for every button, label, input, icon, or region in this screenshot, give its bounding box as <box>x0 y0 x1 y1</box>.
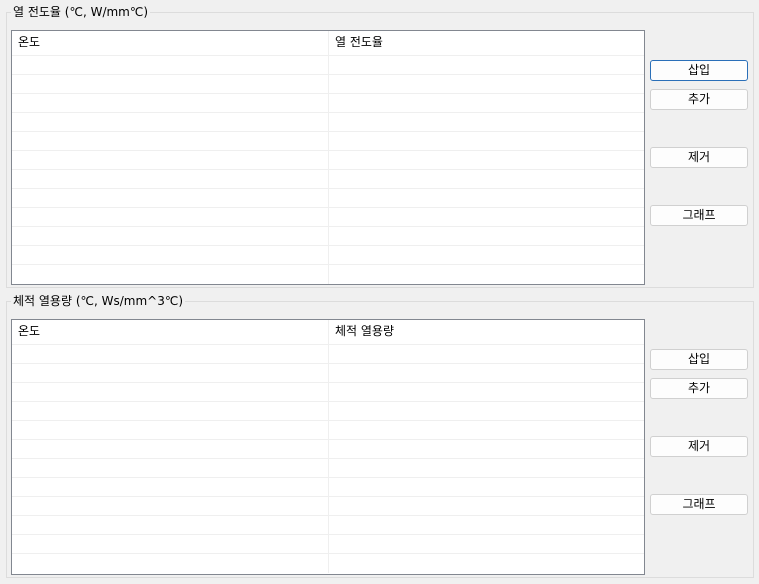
table-cell-value[interactable] <box>328 170 644 189</box>
table-row[interactable] <box>12 420 644 440</box>
table-row[interactable] <box>12 188 644 208</box>
table-cell-temperature[interactable] <box>12 421 328 440</box>
table-cell-temperature[interactable] <box>12 75 328 94</box>
insert-button[interactable]: 삽입 <box>650 60 748 81</box>
table-cell-value[interactable] <box>328 478 644 497</box>
table-row[interactable] <box>12 534 644 554</box>
table-cell-temperature[interactable] <box>12 440 328 459</box>
table-cell-value[interactable] <box>328 459 644 478</box>
table-body <box>12 55 644 284</box>
table-cell-temperature[interactable] <box>12 94 328 113</box>
table-row[interactable] <box>12 553 644 573</box>
add-button[interactable]: 추가 <box>650 378 748 399</box>
table-row[interactable] <box>12 245 644 265</box>
table-cell-temperature[interactable] <box>12 170 328 189</box>
table-header: 온도 열 전도율 <box>12 31 644 55</box>
table-row[interactable] <box>12 458 644 478</box>
table-header: 온도 체적 열용량 <box>12 320 644 344</box>
table-cell-temperature[interactable] <box>12 345 328 364</box>
table-row[interactable] <box>12 515 644 535</box>
table-row[interactable] <box>12 363 644 383</box>
table-cell-value[interactable] <box>328 535 644 554</box>
table-cell-temperature[interactable] <box>12 364 328 383</box>
table-cell-temperature[interactable] <box>12 189 328 208</box>
table-cell-temperature[interactable] <box>12 113 328 132</box>
table-cell-value[interactable] <box>328 94 644 113</box>
table-cell-value[interactable] <box>328 113 644 132</box>
table-cell-temperature[interactable] <box>12 246 328 265</box>
table-cell-temperature[interactable] <box>12 151 328 170</box>
volumetric-heat-capacity-legend: 체적 열용량 (℃, Ws/mm^3℃) <box>11 293 186 309</box>
table-cell-value[interactable] <box>328 402 644 421</box>
table-cell-temperature[interactable] <box>12 478 328 497</box>
table-row[interactable] <box>12 477 644 497</box>
insert-button[interactable]: 삽입 <box>650 349 748 370</box>
table-cell-value[interactable] <box>328 246 644 265</box>
table-cell-temperature[interactable] <box>12 208 328 227</box>
table-row[interactable] <box>12 93 644 113</box>
remove-button[interactable]: 제거 <box>650 147 748 168</box>
table-cell-value[interactable] <box>328 265 644 284</box>
volumetric-heat-capacity-table[interactable]: 온도 체적 열용량 <box>11 319 645 575</box>
table-cell-temperature[interactable] <box>12 535 328 554</box>
thermal-conductivity-group: 열 전도율 (℃, W/mm℃) 온도 열 전도율 삽입 추가 제거 그래프 <box>6 4 754 288</box>
table-cell-value[interactable] <box>328 440 644 459</box>
table-cell-value[interactable] <box>328 364 644 383</box>
table-cell-value[interactable] <box>328 75 644 94</box>
table-cell-value[interactable] <box>328 554 644 573</box>
table-cell-value[interactable] <box>328 132 644 151</box>
thermal-conductivity-legend: 열 전도율 (℃, W/mm℃) <box>11 4 151 20</box>
column-header-volumetric-heat-capacity[interactable]: 체적 열용량 <box>328 320 644 344</box>
volumetric-heat-capacity-group: 체적 열용량 (℃, Ws/mm^3℃) 온도 체적 열용량 삽입 추가 제거 … <box>6 293 754 578</box>
table-cell-temperature[interactable] <box>12 227 328 246</box>
table-cell-value[interactable] <box>328 497 644 516</box>
add-button[interactable]: 추가 <box>650 89 748 110</box>
table-cell-value[interactable] <box>328 227 644 246</box>
table-cell-temperature[interactable] <box>12 402 328 421</box>
table-row[interactable] <box>12 112 644 132</box>
table-cell-temperature[interactable] <box>12 459 328 478</box>
table-cell-temperature[interactable] <box>12 516 328 535</box>
table-row[interactable] <box>12 207 644 227</box>
graph-button[interactable]: 그래프 <box>650 494 748 515</box>
table-body <box>12 344 644 574</box>
table-row[interactable] <box>12 226 644 246</box>
table-cell-temperature[interactable] <box>12 554 328 573</box>
table-cell-value[interactable] <box>328 208 644 227</box>
remove-button[interactable]: 제거 <box>650 436 748 457</box>
table-cell-value[interactable] <box>328 421 644 440</box>
graph-button[interactable]: 그래프 <box>650 205 748 226</box>
table-cell-temperature[interactable] <box>12 265 328 284</box>
table-row[interactable] <box>12 382 644 402</box>
table-cell-temperature[interactable] <box>12 497 328 516</box>
table-row[interactable] <box>12 169 644 189</box>
table-cell-value[interactable] <box>328 189 644 208</box>
table-cell-temperature[interactable] <box>12 383 328 402</box>
table-row[interactable] <box>12 401 644 421</box>
table-row[interactable] <box>12 496 644 516</box>
table-cell-temperature[interactable] <box>12 132 328 151</box>
column-header-temperature[interactable]: 온도 <box>12 320 328 344</box>
table-cell-value[interactable] <box>328 383 644 402</box>
column-header-thermal-conductivity[interactable]: 열 전도율 <box>328 31 644 55</box>
table-row[interactable] <box>12 55 644 75</box>
table-row[interactable] <box>12 264 644 284</box>
table-cell-temperature[interactable] <box>12 56 328 75</box>
table-row[interactable] <box>12 439 644 459</box>
table-cell-value[interactable] <box>328 345 644 364</box>
table-cell-value[interactable] <box>328 56 644 75</box>
table-cell-value[interactable] <box>328 151 644 170</box>
column-header-temperature[interactable]: 온도 <box>12 31 328 55</box>
table-cell-value[interactable] <box>328 516 644 535</box>
table-row[interactable] <box>12 150 644 170</box>
table-row[interactable] <box>12 131 644 151</box>
thermal-conductivity-table[interactable]: 온도 열 전도율 <box>11 30 645 285</box>
table-row[interactable] <box>12 74 644 94</box>
table-row[interactable] <box>12 344 644 364</box>
